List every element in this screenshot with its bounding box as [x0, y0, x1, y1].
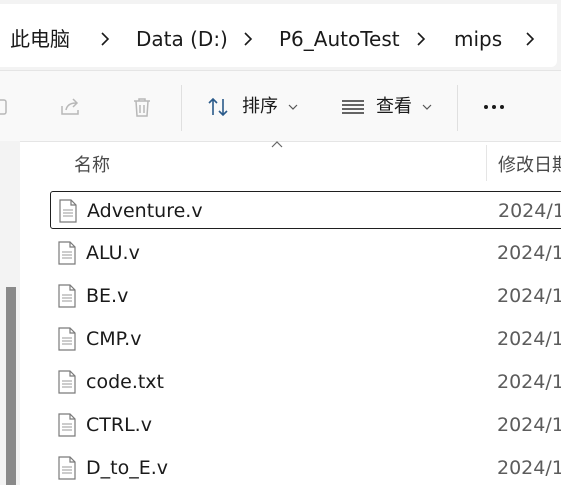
file-name: D_to_E.v [86, 457, 168, 479]
file-name: CTRL.v [86, 414, 152, 436]
file-row[interactable]: BE.v 2024/1 [50, 277, 561, 315]
file-date: 2024/1 [497, 242, 561, 264]
file-row[interactable]: code.txt 2024/1 [50, 363, 561, 401]
breadcrumb[interactable]: 此电脑 Data (D:) P6_AutoTest mips [0, 4, 557, 67]
sort-label: 排序 [242, 96, 278, 117]
file-row[interactable]: ALU.v 2024/1 [50, 234, 561, 272]
file-date: 2024/1 [497, 371, 561, 393]
file-icon [59, 199, 77, 223]
column-header: 名称 修改日期 [50, 141, 561, 181]
column-divider[interactable] [486, 145, 487, 181]
file-row[interactable]: D_to_E.v 2024/1 [50, 449, 561, 487]
share-icon[interactable] [59, 95, 83, 119]
file-name: Adventure.v [87, 200, 203, 222]
breadcrumb-p6-autotest[interactable]: P6_AutoTest [279, 25, 400, 53]
address-bar-region: 此电脑 Data (D:) P6_AutoTest mips [0, 0, 561, 70]
breadcrumb-this-pc[interactable]: 此电脑 [10, 25, 70, 53]
view-list-icon [342, 100, 364, 114]
file-icon [58, 241, 76, 265]
chevron-right-icon[interactable] [97, 31, 113, 47]
chevron-down-icon [288, 104, 298, 110]
navigation-pane-scrollbar-thumb[interactable] [6, 287, 16, 485]
file-icon [58, 370, 76, 394]
file-icon [58, 327, 76, 351]
more-options-icon[interactable] [482, 95, 506, 119]
file-date: 2024/1 [497, 328, 561, 350]
chevron-right-icon[interactable] [522, 31, 538, 47]
file-date: 2024/1 [498, 200, 561, 222]
breadcrumb-data-drive[interactable]: Data (D:) [136, 25, 228, 53]
breadcrumb-mips[interactable]: mips [454, 25, 502, 53]
column-name-header[interactable]: 名称 [74, 151, 110, 177]
toolbar-separator [181, 85, 182, 131]
file-row[interactable]: CMP.v 2024/1 [50, 320, 561, 358]
file-date: 2024/1 [497, 414, 561, 436]
file-icon [58, 456, 76, 480]
file-name: BE.v [86, 285, 129, 307]
view-label: 查看 [376, 96, 412, 117]
chevron-right-icon[interactable] [413, 31, 429, 47]
copy-icon[interactable] [0, 95, 14, 119]
chevron-down-icon [422, 104, 432, 110]
file-icon [58, 284, 76, 308]
file-icon [58, 413, 76, 437]
sort-ascending-icon [271, 141, 283, 148]
file-name: CMP.v [86, 328, 142, 350]
sort-arrows-icon [208, 97, 228, 117]
file-date: 2024/1 [497, 285, 561, 307]
file-name: ALU.v [86, 242, 140, 264]
column-date-header[interactable]: 修改日期 [498, 151, 561, 177]
file-name: code.txt [86, 371, 165, 393]
file-date: 2024/1 [497, 457, 561, 479]
toolbar-separator [457, 85, 458, 131]
command-bar: 排序 查看 [0, 70, 561, 142]
file-row[interactable]: Adventure.v 2024/1 [50, 191, 561, 229]
chevron-right-icon[interactable] [240, 31, 256, 47]
file-row[interactable]: CTRL.v 2024/1 [50, 406, 561, 444]
delete-icon[interactable] [130, 95, 154, 119]
